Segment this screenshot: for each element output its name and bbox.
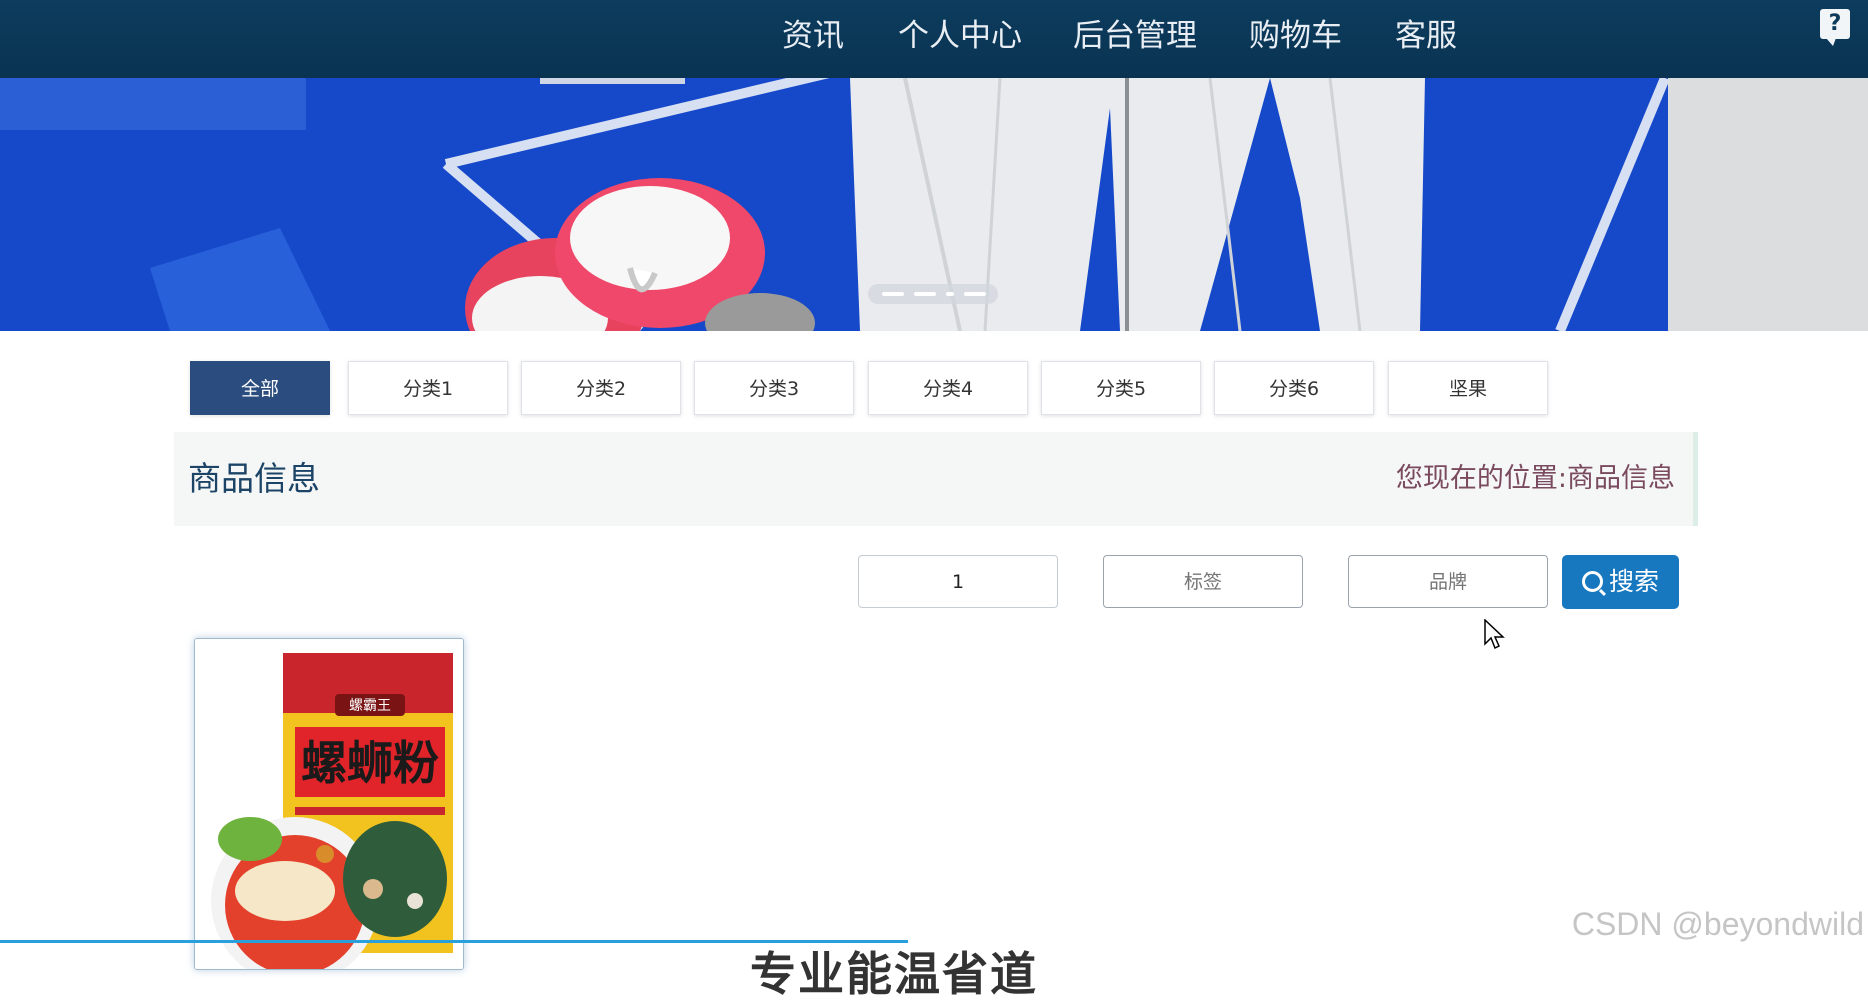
name-search-input[interactable]	[858, 555, 1058, 608]
breadcrumb-prefix: 您现在的位置:	[1395, 463, 1567, 494]
nav-cart[interactable]: 购物车	[1249, 14, 1342, 58]
carousel-dot[interactable]	[964, 292, 986, 296]
category-tab-2[interactable]: 分类2	[521, 361, 681, 415]
section-header: 商品信息 您现在的位置:商品信息	[174, 432, 1698, 526]
nav-news[interactable]: 资讯	[782, 14, 844, 58]
bottom-partial-text: 专业能温省道	[750, 947, 1038, 1001]
help-icon[interactable]: ?	[1820, 9, 1850, 46]
page-title: 商品信息	[188, 459, 320, 498]
tag-search-input[interactable]	[1103, 555, 1303, 608]
product-package-text: 螺蛳粉	[301, 736, 439, 790]
watermark: CSDN @beyondwild	[1571, 906, 1864, 942]
breadcrumb: 您现在的位置:商品信息	[1396, 432, 1675, 526]
category-tab-3[interactable]: 分类3	[694, 361, 854, 415]
carousel-indicator[interactable]	[868, 284, 998, 304]
carousel-dot-active[interactable]	[914, 292, 936, 296]
category-tab-5[interactable]: 分类5	[1041, 361, 1201, 415]
nav-admin[interactable]: 后台管理	[1073, 14, 1197, 58]
nav-customer-service[interactable]: 客服	[1395, 14, 1457, 58]
product-card[interactable]: 螺霸王 螺蛳粉	[194, 638, 464, 970]
category-tab-1[interactable]: 分类1	[348, 361, 508, 415]
brand-search-input[interactable]	[1348, 555, 1548, 608]
carousel-dot[interactable]	[882, 292, 904, 296]
category-tab-nuts[interactable]: 坚果	[1388, 361, 1548, 415]
progress-line	[0, 940, 908, 943]
search-button-label: 搜索	[1608, 567, 1659, 596]
product-image: 螺霸王 螺蛳粉	[195, 639, 463, 969]
category-tab-4[interactable]: 分类4	[868, 361, 1028, 415]
carousel-dot[interactable]	[946, 292, 954, 296]
top-navigation: 资讯 个人中心 后台管理 购物车 客服 ?	[0, 0, 1868, 78]
product-brand-text: 螺霸王	[349, 698, 391, 714]
category-tab-all[interactable]: 全部	[190, 361, 330, 415]
breadcrumb-current[interactable]: 商品信息	[1567, 463, 1675, 494]
search-button[interactable]: 搜索	[1562, 555, 1679, 609]
category-tab-6[interactable]: 分类6	[1214, 361, 1374, 415]
search-icon	[1581, 571, 1603, 592]
mouse-cursor-icon	[1484, 619, 1505, 650]
nav-personal-center[interactable]: 个人中心	[898, 14, 1022, 58]
